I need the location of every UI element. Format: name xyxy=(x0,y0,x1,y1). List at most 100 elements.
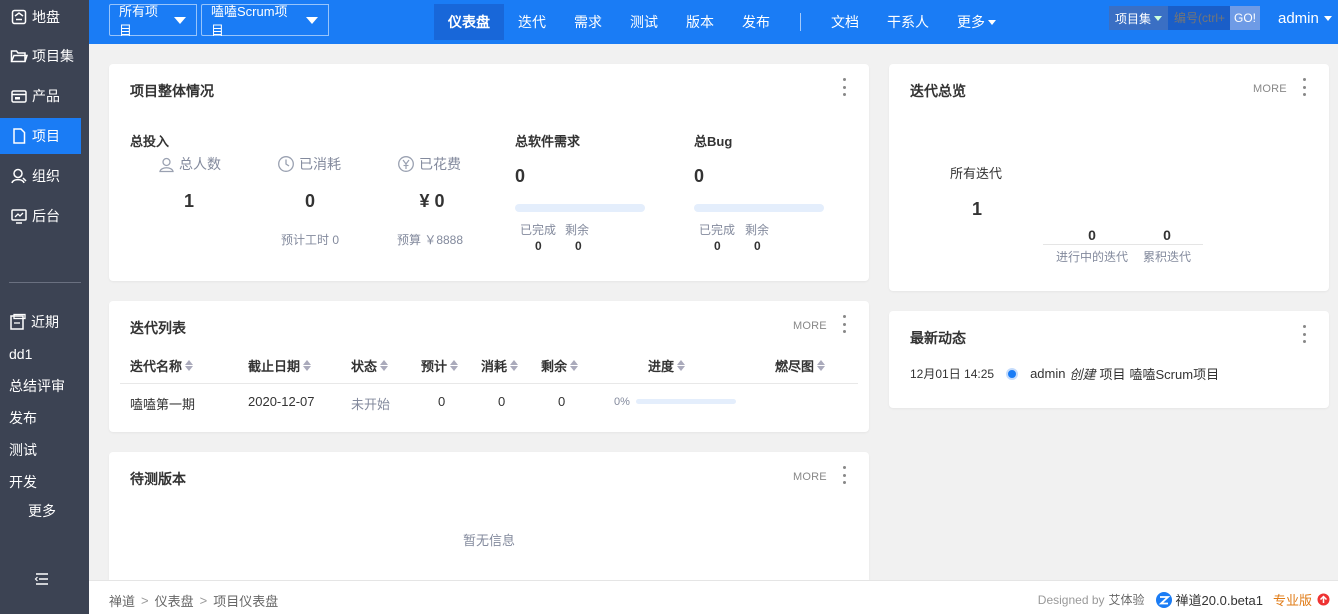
search-type-select[interactable]: 项目集 xyxy=(1109,6,1169,30)
budget-note: 预算 ￥8888 xyxy=(397,233,464,247)
recent-item[interactable]: 开发 xyxy=(0,466,89,498)
project-overview-panel: 项目整体情况 总投入 总人数 1 已消耗 0 预计工时 0 已花费 ¥ 0 预算… xyxy=(109,64,869,281)
sort-icon xyxy=(185,360,194,371)
nav-story[interactable]: 需求 xyxy=(560,4,616,40)
story-done-label: 已完成 xyxy=(520,223,557,237)
upgrade-arrow-icon[interactable] xyxy=(1317,593,1330,606)
search-go-button[interactable]: GO! xyxy=(1230,6,1261,30)
people-label-text: 总人数 xyxy=(179,156,221,172)
panel-title: 项目整体情况 xyxy=(130,83,214,99)
column-header-end[interactable]: 截止日期 xyxy=(248,356,312,375)
invest-title: 总投入 xyxy=(130,134,170,149)
progress-bar xyxy=(636,399,736,404)
column-header-consumed[interactable]: 消耗 xyxy=(481,356,519,375)
story-done-value: 0 xyxy=(535,239,542,253)
top-header: 所有项目 嗑嗑Scrum项目 仪表盘 迭代 需求 测试 版本 发布 文档 干系人… xyxy=(89,0,1338,44)
iteration-name-link[interactable]: 嗑嗑第一期 xyxy=(130,394,195,413)
sort-icon xyxy=(817,360,826,371)
more-link[interactable]: MORE xyxy=(1253,83,1287,95)
column-header-burn[interactable]: 燃尽图 xyxy=(775,356,826,375)
more-link[interactable]: MORE xyxy=(793,320,827,332)
nav-more-label: 更多 xyxy=(957,14,985,30)
nav-release[interactable]: 发布 xyxy=(728,4,784,40)
recent-item[interactable]: 发布 xyxy=(0,402,89,434)
progress-text: 0% xyxy=(614,396,630,408)
nav-build[interactable]: 版本 xyxy=(672,4,728,40)
story-left-label: 剩余 xyxy=(565,223,590,237)
spent-value: ¥ 0 xyxy=(419,191,445,211)
left-value: 0 xyxy=(558,394,566,409)
recent-item[interactable]: 测试 xyxy=(0,434,89,466)
sidebar-item-product[interactable]: 产品 xyxy=(0,78,89,114)
sidebar-item-program[interactable]: 项目集 xyxy=(0,38,89,74)
people-value: 1 xyxy=(183,191,194,211)
sidebar-item-my[interactable]: 地盘 xyxy=(0,0,89,34)
designed-by-text: Designed by xyxy=(1037,592,1105,607)
all-iterations-label: 所有迭代 xyxy=(950,166,1003,181)
column-header-status[interactable]: 状态 xyxy=(351,356,389,375)
folder-open-icon xyxy=(9,46,29,66)
breadcrumb-item[interactable]: 禅道 xyxy=(109,591,135,610)
nav-doc[interactable]: 文档 xyxy=(817,4,873,40)
sidebar-item-admin[interactable]: 后台 xyxy=(0,198,89,234)
sidebar: 地盘 项目集 产品 项目 组织 后台 近期 dd1 总结评审 发布 测试 开发 … xyxy=(0,0,89,614)
chevron-down-icon xyxy=(1323,16,1332,21)
breadcrumb-item[interactable]: 仪表盘 xyxy=(155,591,194,610)
column-header-label: 进度 xyxy=(648,359,675,374)
clock-icon xyxy=(278,156,294,172)
all-projects-dropdown[interactable]: 所有项目 xyxy=(109,4,197,38)
collapse-menu-icon[interactable] xyxy=(33,570,51,588)
recent-more-link[interactable]: 更多 xyxy=(0,498,89,524)
consumed-label-text: 已消耗 xyxy=(299,156,341,172)
all-iterations-value: 1 xyxy=(971,199,982,219)
dynamic-object-link[interactable]: 嗑嗑Scrum项目 xyxy=(1130,364,1220,383)
panel-menu-icon[interactable] xyxy=(841,466,847,484)
edition-text[interactable]: 专业版 xyxy=(1273,590,1312,609)
monitor-icon xyxy=(9,206,29,226)
user-menu[interactable]: admin xyxy=(1278,10,1332,27)
column-header-label: 预计 xyxy=(421,359,448,374)
timeline-dot-icon xyxy=(1006,367,1019,380)
panel-menu-icon[interactable] xyxy=(841,315,847,333)
column-header-label: 剩余 xyxy=(541,359,568,374)
recent-item[interactable]: 总结评审 xyxy=(0,370,89,402)
project-switcher[interactable]: 所有项目 xyxy=(109,4,197,38)
nav-dashboard[interactable]: 仪表盘 xyxy=(434,4,504,40)
panel-title: 迭代列表 xyxy=(130,320,186,336)
nav-more[interactable]: 更多 xyxy=(943,4,1010,40)
current-project-switcher[interactable]: 嗑嗑Scrum项目 xyxy=(201,4,329,38)
recent-label: 近期 xyxy=(31,314,59,330)
sidebar-item-org[interactable]: 组织 xyxy=(0,158,89,194)
column-header-name[interactable]: 迭代名称 xyxy=(130,356,194,375)
search-input[interactable] xyxy=(1168,6,1231,30)
breadcrumb: 禅道 > 仪表盘 > 项目仪表盘 xyxy=(109,591,278,610)
column-header-left[interactable]: 剩余 xyxy=(541,356,579,375)
nav-qa[interactable]: 测试 xyxy=(616,4,672,40)
current-project-dropdown[interactable]: 嗑嗑Scrum项目 xyxy=(201,4,329,38)
sort-icon xyxy=(510,360,519,371)
bug-progress-bar xyxy=(694,204,824,212)
recent-item[interactable]: dd1 xyxy=(0,338,89,370)
nav-execution[interactable]: 迭代 xyxy=(504,4,560,40)
search-box: 项目集 GO! xyxy=(1109,6,1261,30)
panel-menu-icon[interactable] xyxy=(841,78,847,96)
nav-stakeholder[interactable]: 干系人 xyxy=(873,4,943,40)
column-header-estimate[interactable]: 预计 xyxy=(421,356,459,375)
designer-link[interactable]: 艾体验 xyxy=(1109,591,1145,608)
sidebar-item-project[interactable]: 项目 xyxy=(0,118,81,154)
panel-menu-icon[interactable] xyxy=(1301,325,1307,343)
panel-menu-icon[interactable] xyxy=(1301,78,1307,96)
version-text[interactable]: 禅道20.0.beta1 xyxy=(1176,590,1263,609)
column-header-progress[interactable]: 进度 xyxy=(648,356,686,375)
chevron-down-icon xyxy=(306,16,318,24)
more-link[interactable]: MORE xyxy=(793,471,827,483)
estimate-value: 0 xyxy=(438,394,446,409)
current-project-label: 嗑嗑Scrum项目 xyxy=(211,4,288,38)
end-date: 2020-12-07 xyxy=(248,394,315,409)
yen-icon xyxy=(398,156,414,172)
user-icon xyxy=(9,166,29,186)
panel-title: 迭代总览 xyxy=(910,83,966,99)
chevron-down-icon xyxy=(1154,15,1163,21)
breadcrumb-separator-icon: > xyxy=(141,593,149,608)
panel-title: 待测版本 xyxy=(130,471,186,487)
